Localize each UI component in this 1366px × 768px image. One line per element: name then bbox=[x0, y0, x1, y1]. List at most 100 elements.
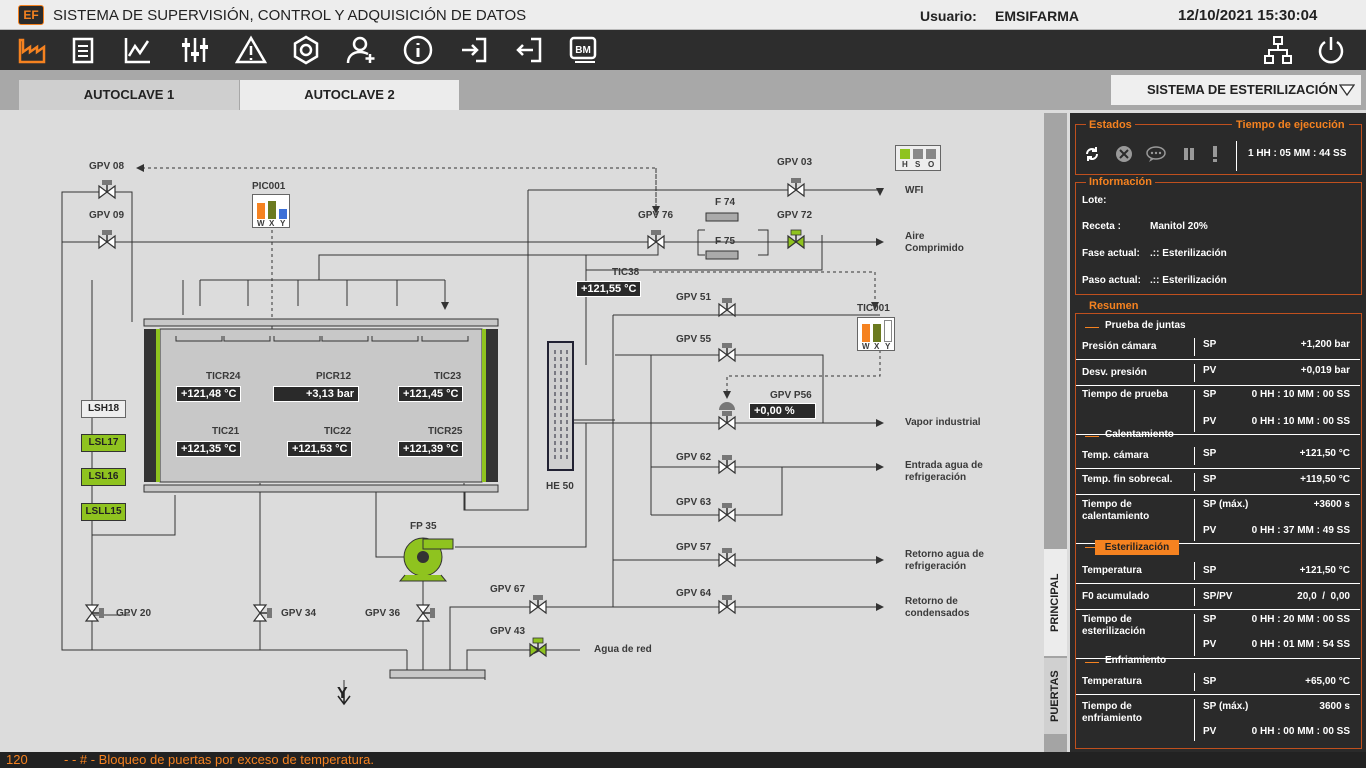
tab-principal[interactable]: PRINCIPAL bbox=[1044, 549, 1067, 656]
valve-label: GPV 67 bbox=[490, 584, 526, 595]
user-label: Usuario: bbox=[920, 8, 977, 24]
warning-icon[interactable] bbox=[234, 34, 268, 66]
user-name: EMSIFARMA bbox=[995, 8, 1079, 24]
valve-opening-value: +0,00 % bbox=[749, 403, 816, 419]
sliders-icon[interactable] bbox=[179, 34, 211, 66]
row-tenf: Tiempo de enfriamiento SP (máx.) 3600 s PV 0 … bbox=[1076, 695, 1360, 744]
valve-label: GPV P56 bbox=[770, 390, 812, 401]
line-label-entrada-2: refrigeración bbox=[905, 472, 967, 483]
sensor-label: PICR12 bbox=[316, 371, 352, 382]
line-label-entrada: Entrada agua de bbox=[905, 460, 983, 471]
info-icon[interactable] bbox=[402, 34, 434, 66]
valve-label: GPV 72 bbox=[777, 210, 813, 221]
refresh-icon[interactable] bbox=[1084, 146, 1100, 162]
valve-label: GPV 08 bbox=[89, 161, 125, 172]
chevron-down-icon bbox=[1339, 84, 1355, 96]
receta-value: Manitol 20% bbox=[1150, 221, 1208, 232]
valve-label: GPV 03 bbox=[777, 157, 813, 168]
hso-indicator[interactable]: H S O bbox=[895, 145, 941, 171]
login-icon[interactable] bbox=[458, 34, 490, 66]
sensor-label: TICR24 bbox=[206, 371, 241, 382]
valve-label: GPV 57 bbox=[676, 542, 712, 553]
sensor-value: +121,55 °C bbox=[576, 281, 642, 297]
row-tcal: Tiempo de calentamiento SP (máx.) +3600 s PV… bbox=[1076, 495, 1360, 544]
status-code: 120 bbox=[6, 752, 28, 767]
section-calentamiento: Calentamiento bbox=[1105, 429, 1174, 440]
tab-autoclave-2[interactable]: AUTOCLAVE 2 bbox=[240, 80, 459, 110]
status-bar: 120 - - # - Bloqueo de puertas por exces… bbox=[0, 752, 1366, 768]
drain-label: Y bbox=[337, 685, 348, 702]
filter-label: F 75 bbox=[715, 236, 736, 247]
factory-icon[interactable] bbox=[16, 34, 48, 66]
valve-label: GPV 64 bbox=[676, 588, 712, 599]
line-label-wfi: WFI bbox=[905, 185, 924, 196]
sensor-label: TIC22 bbox=[324, 426, 352, 437]
sensor-value: +121,53 °C bbox=[287, 441, 353, 457]
piping-lines bbox=[61, 164, 884, 706]
estados-title: Estados bbox=[1086, 119, 1135, 131]
alert-icon[interactable] bbox=[1210, 145, 1220, 163]
section-enfriamiento: Enfriamiento bbox=[1105, 655, 1167, 666]
receta-label: Receta : bbox=[1082, 221, 1121, 232]
heat-exchanger-label: HE 50 bbox=[546, 481, 574, 492]
valve-label: GPV 20 bbox=[116, 608, 152, 619]
row-test: Tiempo de esterilización SP 0 HH : 20 MM : … bbox=[1076, 610, 1360, 659]
add-user-icon[interactable] bbox=[345, 34, 377, 66]
tiempo-value: 1 HH : 05 MM : 44 SS bbox=[1248, 148, 1347, 159]
power-icon[interactable] bbox=[1315, 34, 1347, 66]
clipboard-icon[interactable] bbox=[67, 34, 99, 66]
sensor-value: +121,45 °C bbox=[398, 386, 464, 402]
row-f0: F0 acumulado SP/PV 20,0 / 0,00 bbox=[1076, 584, 1360, 610]
row-temperatura: Temperatura SP +121,50 °C bbox=[1076, 558, 1360, 584]
line-label-agua-red: Agua de red bbox=[594, 644, 652, 655]
cancel-icon[interactable] bbox=[1115, 145, 1133, 163]
pause-icon[interactable] bbox=[1181, 146, 1197, 162]
line-label-vapor: Vapor industrial bbox=[905, 417, 981, 428]
tab-puertas[interactable]: PUERTAS bbox=[1044, 658, 1067, 734]
pic-label: PIC001 bbox=[252, 181, 286, 192]
sensor-value: +121,35 °C bbox=[176, 441, 242, 457]
datetime: 12/10/2021 15:30:04 bbox=[1178, 7, 1318, 24]
resumen-title: Resumen bbox=[1086, 300, 1142, 312]
fase-label: Fase actual: bbox=[1082, 248, 1140, 259]
valve-label: GPV 43 bbox=[490, 626, 526, 637]
bm-icon[interactable]: BM bbox=[568, 34, 600, 66]
pic-controller[interactable]: W X Y bbox=[252, 194, 290, 228]
tab-autoclave-1[interactable]: AUTOCLAVE 1 bbox=[19, 80, 239, 110]
toolbar: BM bbox=[0, 30, 1366, 70]
section-esterilizacion: Esterilización bbox=[1095, 540, 1179, 555]
row-presion: Presión cámara SP +1,200 bar bbox=[1076, 334, 1360, 360]
fase-value: .:: Esterilización bbox=[1150, 248, 1227, 259]
sensor-label: TICR25 bbox=[428, 426, 463, 437]
info-panel: Estados Tiempo de ejecución 1 HH : 05 MM… bbox=[1070, 113, 1366, 752]
svg-text:BM: BM bbox=[575, 45, 591, 56]
network-icon[interactable] bbox=[1262, 34, 1294, 66]
valve-label: GPV 34 bbox=[281, 608, 317, 619]
valve-label: GPV 09 bbox=[89, 210, 125, 221]
process-diagram: GPV 08 GPV 09 GPV 03 GPV 76 GPV 72 F 74 … bbox=[0, 110, 1044, 752]
sensor-label: TIC21 bbox=[212, 426, 240, 437]
system-dropdown[interactable]: SISTEMA DE ESTERILIZACIÓN bbox=[1111, 75, 1361, 105]
title-bar: EF SISTEMA DE SUPERVISIÓN, CONTROL Y ADQ… bbox=[0, 0, 1366, 30]
line-label-condensados: Retorno de bbox=[905, 596, 958, 607]
system-dropdown-label: SISTEMA DE ESTERILIZACIÓN bbox=[1147, 82, 1338, 97]
settings-icon[interactable] bbox=[290, 34, 322, 66]
section-prueba: Prueba de juntas bbox=[1105, 320, 1186, 331]
valve-label: GPV 36 bbox=[365, 608, 401, 619]
row-tprueba: Tiempo de prueba SP 0 HH : 10 MM : 00 SS PV… bbox=[1076, 386, 1360, 435]
logout-icon[interactable] bbox=[513, 34, 545, 66]
message-icon[interactable] bbox=[1146, 145, 1166, 163]
paso-label: Paso actual: bbox=[1082, 275, 1141, 286]
valve-label: GPV 62 bbox=[676, 452, 712, 463]
level-switch-lsl16: LSL16 bbox=[81, 468, 126, 486]
sensor-value: +121,48 °C bbox=[176, 386, 242, 402]
line-label-retorno-2: refrigeración bbox=[905, 561, 967, 572]
level-switch-lsh18: LSH18 bbox=[81, 400, 126, 418]
status-message: - - # - Bloqueo de puertas por exceso de… bbox=[64, 752, 375, 767]
side-tabs: PRINCIPAL PUERTAS bbox=[1044, 113, 1067, 753]
level-switch-lsll15: LSLL15 bbox=[81, 503, 126, 521]
paso-value: .:: Esterilización bbox=[1150, 275, 1227, 286]
tic-controller[interactable]: W X Y bbox=[857, 317, 895, 351]
lote-label: Lote: bbox=[1082, 195, 1107, 206]
chart-icon[interactable] bbox=[122, 34, 154, 66]
